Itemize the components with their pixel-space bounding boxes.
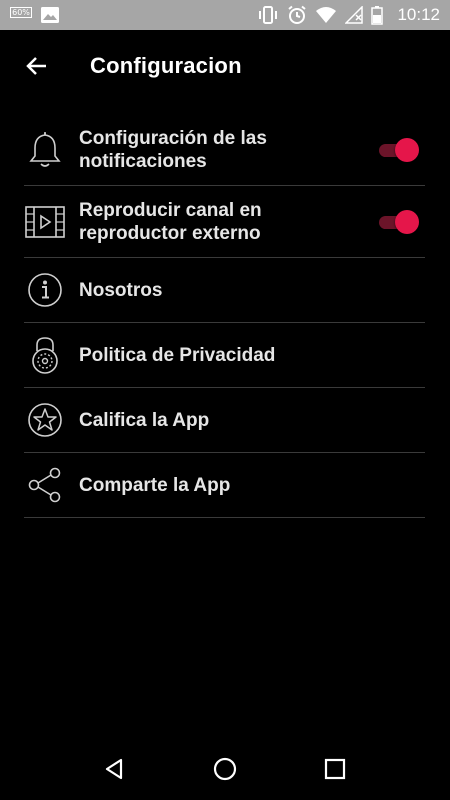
settings-item-label: Reproducir canal en reproductor externo [79,199,262,244]
toggle-thumb [395,137,419,162]
alarm-icon [287,5,307,25]
settings-item-share[interactable]: Comparte la App [24,453,425,518]
vibrate-icon [257,6,279,24]
bell-icon [24,129,66,171]
nav-home-button[interactable] [200,744,250,794]
recents-square-icon [324,758,346,780]
settings-list: Configuración de las notificaciones Repr… [24,114,425,518]
image-icon [40,6,60,24]
app-bar: Configuracion [0,30,450,102]
wifi-icon [315,6,337,24]
page-title: Configuracion [90,53,242,78]
back-triangle-icon [105,758,123,780]
back-button[interactable] [12,41,62,91]
settings-item-external-player[interactable]: Reproducir canal en reproductor externo [24,186,425,258]
settings-item-label: Nosotros [79,279,163,301]
star-icon [24,399,66,441]
battery-icon [371,5,384,25]
status-bar-left: 60% [10,5,60,25]
navigation-bar [0,738,450,800]
settings-item-label: Configuración de las notificaciones [79,127,267,172]
battery-percent-label: 60% [10,7,32,18]
settings-item-label: Califica la App [79,409,210,431]
status-bar: 60% 10:12 [0,0,450,30]
battery-percent-icon: 60% [10,5,32,25]
toggle-thumb [395,209,419,234]
external-player-toggle[interactable] [377,209,421,235]
info-icon [24,269,66,311]
video-player-icon [24,201,66,243]
nav-recents-button[interactable] [310,744,360,794]
settings-item-label: Comparte la App [79,474,231,496]
status-time: 10:12 [397,5,440,24]
settings-item-notifications[interactable]: Configuración de las notificaciones [24,114,425,186]
signal-icon [345,6,364,24]
share-icon [24,464,66,506]
status-bar-right: 10:12 [257,5,440,25]
nav-back-button[interactable] [90,744,140,794]
arrow-left-icon [26,57,46,75]
lock-icon [24,334,66,376]
settings-item-label: Politica de Privacidad [79,344,276,366]
settings-item-privacy[interactable]: Politica de Privacidad [24,323,425,388]
settings-item-about[interactable]: Nosotros [24,258,425,323]
home-circle-icon [213,757,237,781]
settings-item-rate[interactable]: Califica la App [24,388,425,453]
notifications-toggle[interactable] [377,137,421,163]
